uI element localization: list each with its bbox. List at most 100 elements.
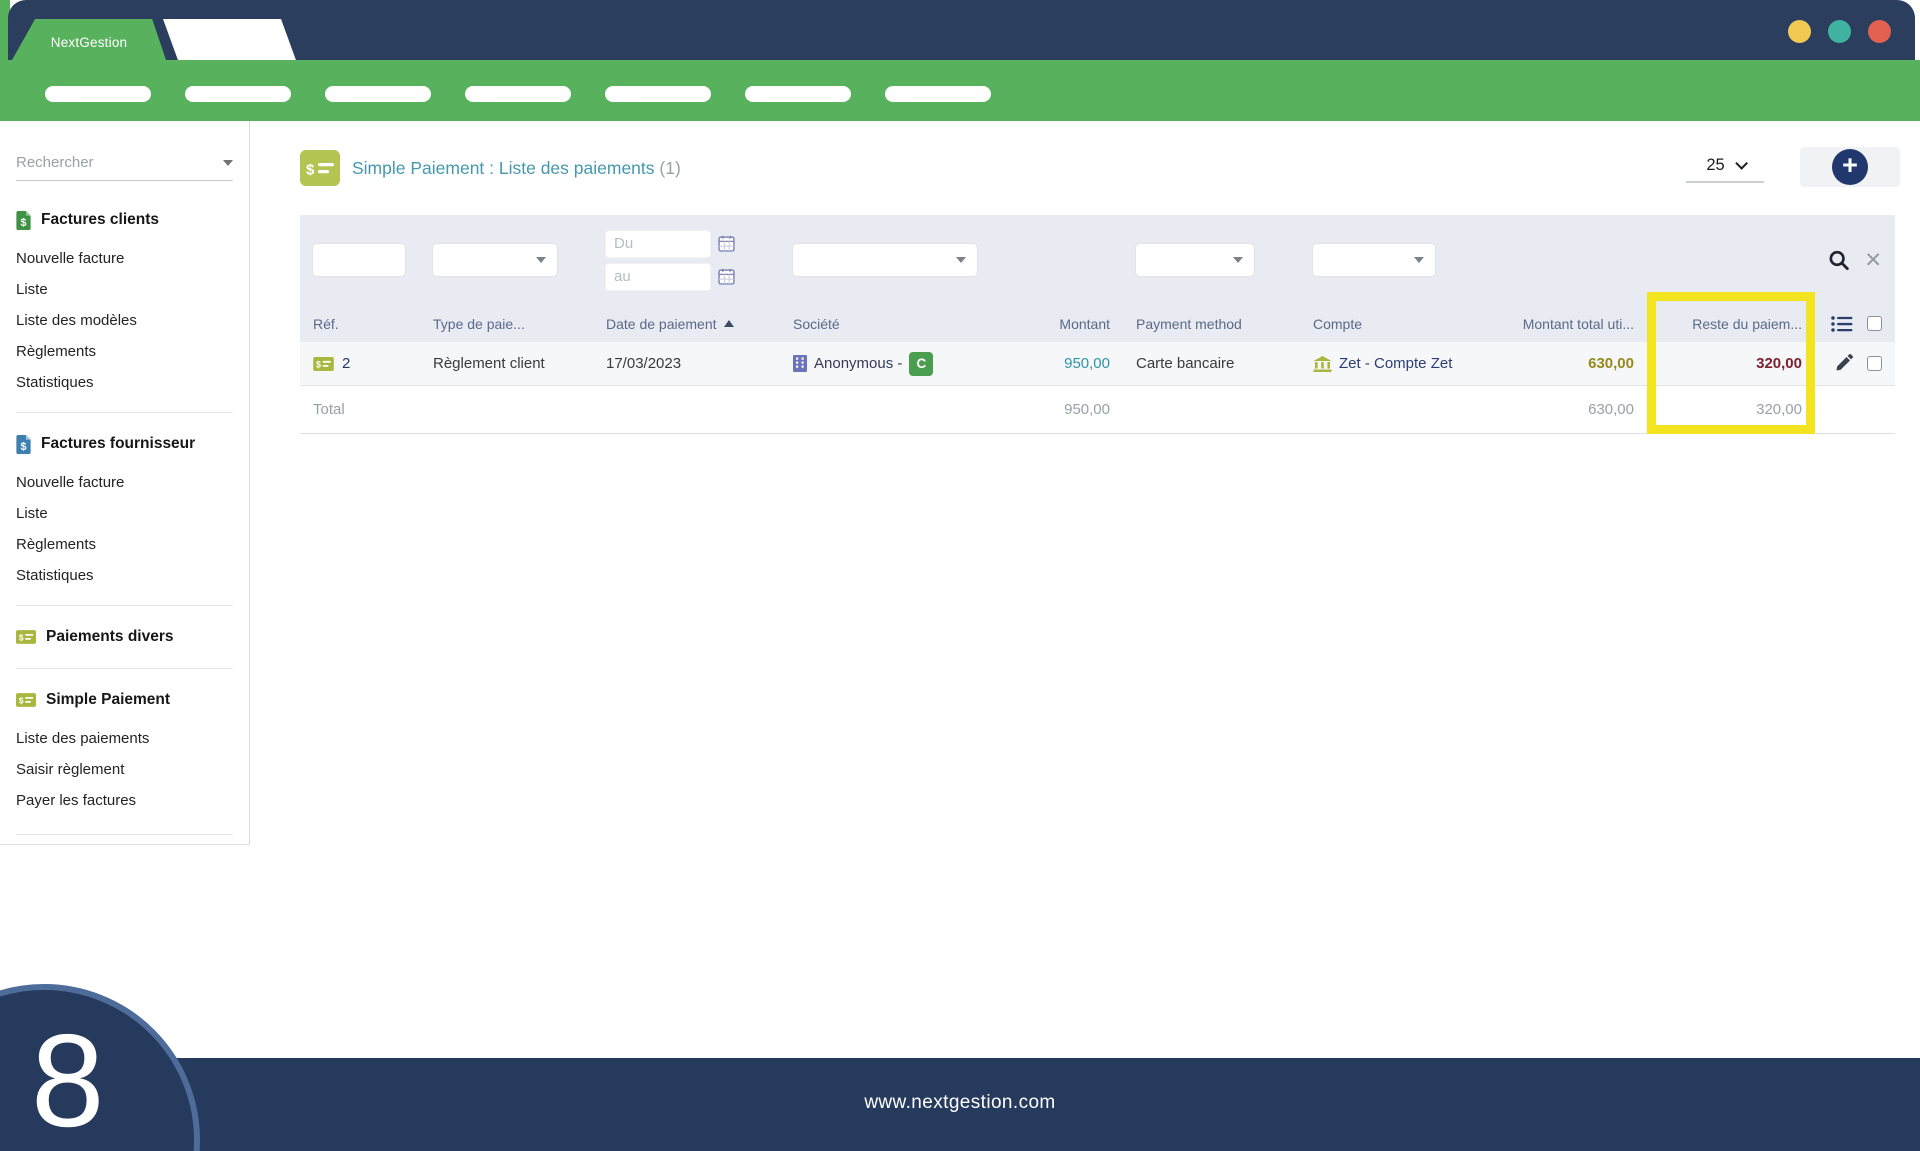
main-nav-bar [0, 60, 1920, 121]
column-header-montant[interactable]: Montant [990, 305, 1123, 342]
section-title: Simple Paiement [46, 691, 170, 709]
building-icon [793, 355, 807, 372]
column-header-type[interactable]: Type de paie... [420, 305, 593, 342]
cell-societe: Anonymous - C [780, 342, 990, 385]
search-input[interactable] [16, 154, 223, 171]
societe-name: Anonymous - [814, 355, 902, 372]
application-window: NextGestion $ Facture [0, 0, 1920, 1151]
sidebar-item-nouvelle-facture[interactable]: Nouvelle facture [16, 467, 233, 498]
cell-reste-du-paiement: 320,00 [1647, 342, 1815, 385]
sidebar-section-factures-clients[interactable]: $ Factures clients [16, 209, 233, 231]
svg-text:$: $ [19, 633, 24, 643]
footer-bar: www.nextgestion.com [0, 1058, 1920, 1151]
money-check-icon: $ [16, 630, 36, 644]
sidebar-section-factures-fournisseur[interactable]: $ Factures fournisseur [16, 433, 233, 455]
table-total-row: Total 950,00 630,00 320,00 [300, 386, 1895, 434]
column-header-date[interactable]: Date de paiement [593, 305, 780, 342]
sidebar-item-liste[interactable]: Liste [16, 498, 233, 529]
date-from-input[interactable] [605, 230, 711, 258]
ref-filter-input[interactable] [313, 244, 405, 276]
brand-name: NextGestion [51, 35, 127, 50]
plus-icon: + [1832, 149, 1868, 185]
column-header-montant-total[interactable]: Montant total uti... [1485, 305, 1647, 342]
result-count: (1) [659, 158, 680, 178]
search-icon[interactable] [1828, 249, 1850, 272]
clear-filters-icon[interactable]: ✕ [1864, 250, 1882, 271]
divider [16, 412, 233, 413]
type-filter-select[interactable] [433, 244, 557, 276]
brand-tab[interactable]: NextGestion [12, 19, 166, 60]
chevron-down-icon [1414, 257, 1424, 263]
sidebar-item-reglements[interactable]: Règlements [16, 336, 233, 367]
sidebar-search[interactable] [16, 145, 233, 181]
section-title: Factures clients [41, 211, 159, 229]
sidebar-item-liste[interactable]: Liste [16, 274, 233, 305]
total-montant: 950,00 [990, 386, 1123, 433]
close-dot-icon[interactable] [1868, 20, 1891, 43]
edit-pencil-icon[interactable] [1834, 354, 1853, 373]
bank-icon [1313, 356, 1332, 372]
page-size-value: 25 [1706, 156, 1724, 175]
sidebar-item-payer-les-factures[interactable]: Payer les factures [16, 785, 233, 816]
sidebar-item-liste-des-modeles[interactable]: Liste des modèles [16, 305, 233, 336]
calendar-icon[interactable] [718, 235, 735, 252]
restore-dot-icon[interactable] [1828, 20, 1851, 43]
societe-filter-select[interactable] [793, 244, 977, 276]
column-header-payment-method[interactable]: Payment method [1123, 305, 1300, 342]
row-checkbox[interactable] [1867, 356, 1882, 371]
svg-text:$: $ [19, 696, 24, 706]
column-header-ref[interactable]: Réf. [300, 305, 420, 342]
sidebar-item-saisir-reglement[interactable]: Saisir règlement [16, 754, 233, 785]
sidebar-item-liste-des-paiements[interactable]: Liste des paiements [16, 723, 233, 754]
societe-badge: C [909, 352, 933, 376]
sidebar-item-statistiques[interactable]: Statistiques [16, 367, 233, 398]
sidebar-section-paiements-divers[interactable]: $ Paiements divers [16, 626, 233, 648]
page-size-select[interactable]: 25 [1686, 150, 1764, 183]
nav-pill[interactable] [465, 86, 571, 102]
total-montant-utilise: 630,00 [1485, 386, 1647, 433]
section-title: Paiements divers [46, 628, 174, 646]
payment-method-filter-select[interactable] [1136, 244, 1254, 276]
date-to-input[interactable] [605, 263, 711, 291]
calendar-icon[interactable] [718, 268, 735, 285]
cell-ref: $ 2 [300, 342, 420, 385]
svg-text:$: $ [21, 440, 27, 452]
chevron-down-icon [536, 257, 546, 263]
column-header-reste[interactable]: Reste du paiem... [1647, 305, 1815, 342]
sidebar-item-nouvelle-facture[interactable]: Nouvelle facture [16, 243, 233, 274]
minimize-dot-icon[interactable] [1788, 20, 1811, 43]
divider [16, 834, 233, 835]
cell-montant-total-utilise: 630,00 [1485, 342, 1647, 385]
sidebar-item-statistiques[interactable]: Statistiques [16, 560, 233, 591]
nav-pill[interactable] [885, 86, 991, 102]
sidebar-item-reglements[interactable]: Règlements [16, 529, 233, 560]
filter-row: ✕ [300, 215, 1895, 305]
total-reste: 320,00 [1647, 386, 1815, 433]
sort-asc-icon [724, 320, 734, 327]
svg-text:$: $ [306, 162, 315, 179]
table-row[interactable]: $ 2 Règlement client 17/03/2023 Anonymou… [300, 342, 1895, 386]
title-bar [8, 0, 1915, 60]
nav-pill[interactable] [185, 86, 291, 102]
compte-filter-select[interactable] [1313, 244, 1435, 276]
column-header-societe[interactable]: Société [780, 305, 990, 342]
section-title: Factures fournisseur [41, 435, 195, 453]
nav-pill[interactable] [325, 86, 431, 102]
invoice-dollar-icon: $ [16, 435, 31, 454]
column-header-compte[interactable]: Compte [1300, 305, 1485, 342]
nav-pill[interactable] [45, 86, 151, 102]
cell-compte: Zet - Compte Zet [1300, 342, 1485, 385]
add-payment-button[interactable]: + [1800, 147, 1900, 187]
sidebar-section-simple-paiement[interactable]: $ Simple Paiement [16, 689, 233, 711]
table-header-row: Réf. Type de paie... Date de paiement So… [300, 305, 1895, 342]
select-all-checkbox[interactable] [1867, 316, 1882, 331]
divider [16, 668, 233, 669]
svg-text:$: $ [316, 359, 321, 369]
invoice-dollar-icon: $ [16, 211, 31, 230]
blank-tab[interactable] [163, 19, 296, 60]
list-icon[interactable] [1831, 315, 1853, 333]
chevron-down-icon [956, 257, 966, 263]
nav-pill[interactable] [605, 86, 711, 102]
nav-pill[interactable] [745, 86, 851, 102]
money-check-icon: $ [16, 693, 36, 707]
